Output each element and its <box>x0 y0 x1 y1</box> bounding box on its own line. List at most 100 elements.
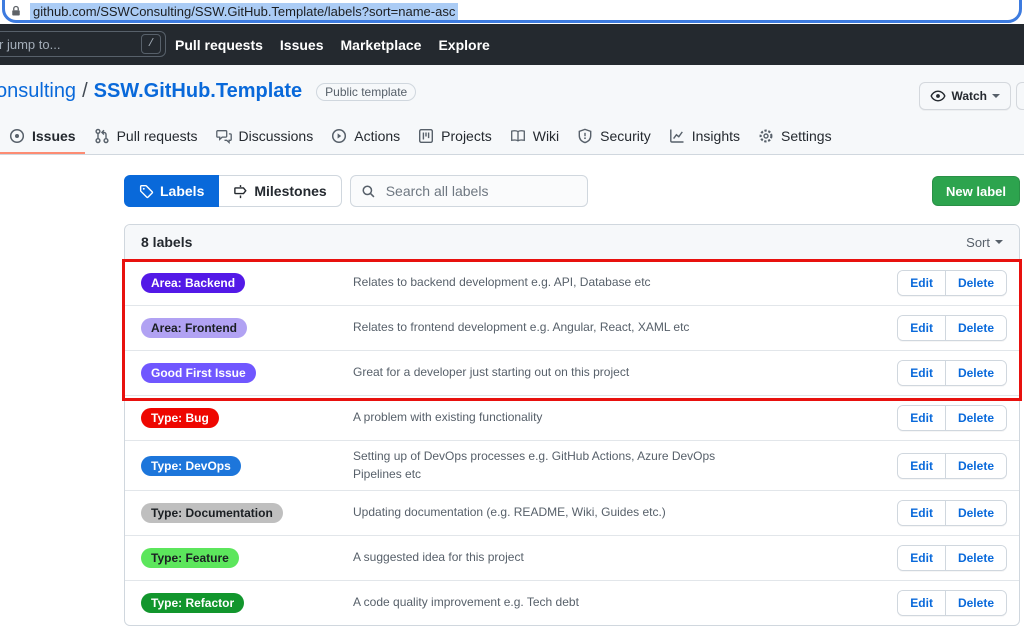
delete-button[interactable]: Delete <box>945 501 1006 525</box>
label-row: Area: Frontend Relates to frontend develo… <box>125 305 1019 350</box>
tab-label: Security <box>600 128 651 144</box>
label-actions-group: EditDelete <box>897 315 1007 341</box>
eye-icon <box>930 88 946 104</box>
global-nav-issues[interactable]: Issues <box>280 37 324 53</box>
label-description: Great for a developer just starting out … <box>353 364 753 381</box>
label-actions-group: EditDelete <box>897 405 1007 431</box>
delete-button[interactable]: Delete <box>945 454 1006 478</box>
label-description: Updating documentation (e.g. README, Wik… <box>353 504 753 521</box>
shield-icon <box>577 128 593 144</box>
git-pull-request-icon <box>94 128 110 144</box>
global-nav-pull-requests[interactable]: Pull requests <box>175 37 263 53</box>
label-description: Relates to frontend development e.g. Ang… <box>353 319 753 336</box>
global-nav: Pull requests Issues Marketplace Explore <box>175 24 490 65</box>
milestone-icon <box>233 184 248 199</box>
label-description: A code quality improvement e.g. Tech deb… <box>353 594 753 611</box>
global-nav-marketplace[interactable]: Marketplace <box>341 37 422 53</box>
repo-title: SSWConsulting / SSW.GitHub.Template Publ… <box>0 80 416 103</box>
milestones-filter-label: Milestones <box>254 183 326 199</box>
delete-button[interactable]: Delete <box>945 406 1006 430</box>
label-row: Type: Documentation Updating documentatio… <box>125 490 1019 535</box>
label-search-input[interactable] <box>384 182 577 200</box>
tab-label: Actions <box>354 128 400 144</box>
new-label-button[interactable]: New label <box>932 176 1020 206</box>
repo-name-link[interactable]: SSW.GitHub.Template <box>94 80 303 103</box>
tab-label: Insights <box>692 128 740 144</box>
label-actions-group: EditDelete <box>897 545 1007 571</box>
tab-label: Pull requests <box>117 128 198 144</box>
tab-settings[interactable]: Settings <box>749 120 841 154</box>
labels-table: 8 labels Sort Area: Backend Relates to ba… <box>124 224 1020 626</box>
label-badge[interactable]: Type: Documentation <box>141 503 283 523</box>
label-row: Type: FeatureA suggested idea for this p… <box>125 535 1019 580</box>
edit-button[interactable]: Edit <box>898 316 945 340</box>
edit-button[interactable]: Edit <box>898 361 945 385</box>
comment-discussion-icon <box>216 128 232 144</box>
delete-button[interactable]: Delete <box>945 591 1006 615</box>
delete-button[interactable]: Delete <box>945 271 1006 295</box>
tag-icon <box>139 184 154 199</box>
tab-label: Issues <box>32 128 76 144</box>
label-actions-group: EditDelete <box>897 590 1007 616</box>
global-nav-explore[interactable]: Explore <box>438 37 489 53</box>
tab-discussions[interactable]: Discussions <box>207 120 323 154</box>
delete-button[interactable]: Delete <box>945 546 1006 570</box>
edit-button[interactable]: Edit <box>898 546 945 570</box>
main-content: Labels Milestones New label 8 labels <box>0 175 1024 626</box>
labels-filter-button[interactable]: Labels <box>124 175 219 207</box>
chevron-down-icon <box>995 240 1003 244</box>
repo-org-link[interactable]: SSWConsulting <box>0 80 76 103</box>
slash-key-hint: / <box>141 34 161 54</box>
tab-insights[interactable]: Insights <box>660 120 749 154</box>
delete-button[interactable]: Delete <box>945 316 1006 340</box>
partial-button-sliver[interactable] <box>1016 82 1024 110</box>
tab-actions[interactable]: Actions <box>322 120 409 154</box>
issue-opened-icon <box>9 128 25 144</box>
edit-button[interactable]: Edit <box>898 271 945 295</box>
tab-projects[interactable]: Projects <box>409 120 501 154</box>
edit-button[interactable]: Edit <box>898 406 945 430</box>
sort-label: Sort <box>966 235 990 250</box>
repo-title-separator: / <box>82 80 88 103</box>
label-badge[interactable]: Good First Issue <box>141 363 256 383</box>
watch-button-label: Watch <box>951 89 987 103</box>
edit-button[interactable]: Edit <box>898 591 945 615</box>
tab-label: Projects <box>441 128 492 144</box>
tab-wiki[interactable]: Wiki <box>501 120 568 154</box>
tab-issues[interactable]: Issues <box>0 120 85 154</box>
gear-icon <box>758 128 774 144</box>
watch-button[interactable]: Watch <box>919 82 1011 110</box>
label-badge[interactable]: Type: Refactor <box>141 593 244 613</box>
edit-button[interactable]: Edit <box>898 454 945 478</box>
url-text[interactable]: github.com/SSWConsulting/SSW.GitHub.Temp… <box>30 3 458 20</box>
milestones-filter-button[interactable]: Milestones <box>219 175 341 207</box>
tab-label: Discussions <box>239 128 314 144</box>
labels-toolbar: Labels Milestones New label <box>124 175 1020 207</box>
tab-security[interactable]: Security <box>568 120 660 154</box>
delete-button[interactable]: Delete <box>945 361 1006 385</box>
edit-button[interactable]: Edit <box>898 501 945 525</box>
label-badge[interactable]: Area: Frontend <box>141 318 247 338</box>
sort-dropdown[interactable]: Sort <box>966 235 1003 250</box>
label-row: Type: DevOpsSetting up of DevOps process… <box>125 440 1019 490</box>
label-row: Type: Refactor A code quality improvement… <box>125 580 1019 625</box>
global-search-input[interactable] <box>0 36 141 53</box>
label-row: Good First Issue Great for a developer ju… <box>125 350 1019 395</box>
label-actions-group: EditDelete <box>897 453 1007 479</box>
repo-header: SSWConsulting / SSW.GitHub.Template Publ… <box>0 65 1024 120</box>
label-description: Relates to backend development e.g. API,… <box>353 274 753 291</box>
label-search-box[interactable] <box>350 175 588 207</box>
tab-label: Settings <box>781 128 832 144</box>
label-actions-group: EditDelete <box>897 360 1007 386</box>
project-icon <box>418 128 434 144</box>
labels-count: 8 labels <box>141 234 192 250</box>
label-badge[interactable]: Type: Bug <box>141 408 219 428</box>
play-icon <box>331 128 347 144</box>
global-search-box[interactable]: / <box>0 31 166 57</box>
label-badge[interactable]: Type: DevOps <box>141 456 241 476</box>
tab-pull-requests[interactable]: Pull requests <box>85 120 207 154</box>
labels-filter-label: Labels <box>160 183 204 199</box>
label-badge[interactable]: Area: Backend <box>141 273 245 293</box>
github-global-header: / Pull requests Issues Marketplace Explore <box>0 24 1024 65</box>
label-badge[interactable]: Type: Feature <box>141 548 239 568</box>
